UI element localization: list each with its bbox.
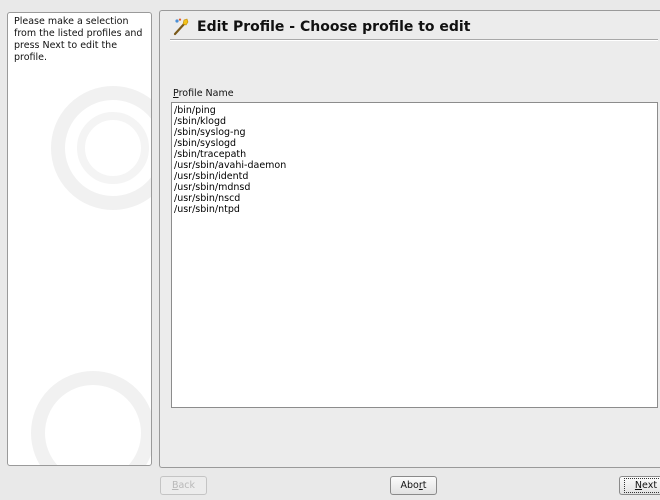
back-label: ack [178, 480, 196, 491]
profile-name-label-text: rofile Name [178, 88, 234, 99]
watermark-decoration [31, 86, 151, 465]
abort-label-pre: Abo [400, 480, 419, 491]
profile-name-label: Profile Name [173, 88, 234, 99]
list-item[interactable]: /sbin/syslogd [174, 138, 657, 149]
back-button[interactable]: Back [160, 476, 207, 495]
help-panel: Please make a selection from the listed … [7, 12, 152, 466]
next-focus-ring: Next [623, 478, 660, 493]
edit-wand-icon [173, 18, 189, 36]
list-item[interactable]: /sbin/syslog-ng [174, 127, 657, 138]
abort-button[interactable]: Abo r t [390, 476, 437, 495]
list-item[interactable]: /usr/sbin/avahi-daemon [174, 160, 657, 171]
list-item[interactable]: /usr/sbin/nscd [174, 193, 657, 204]
content-panel: Edit Profile - Choose profile to edit Pr… [159, 10, 660, 468]
help-text: Please make a selection from the listed … [14, 16, 143, 63]
next-label: ext [642, 480, 658, 491]
list-item[interactable]: /sbin/tracepath [174, 149, 657, 160]
list-item[interactable]: /usr/sbin/identd [174, 171, 657, 182]
list-item[interactable]: /sbin/klogd [174, 116, 657, 127]
list-item[interactable]: /bin/ping [174, 105, 657, 116]
next-mnemonic: N [634, 480, 643, 491]
list-item[interactable]: /usr/sbin/mdnsd [174, 182, 657, 193]
profile-listbox[interactable]: /bin/ping /sbin/klogd /sbin/syslog-ng /s… [171, 102, 658, 408]
list-item[interactable]: /usr/sbin/ntpd [174, 204, 657, 215]
title-row: Edit Profile - Choose profile to edit [172, 16, 470, 38]
abort-label-post: t [422, 480, 427, 491]
next-button[interactable]: Next [619, 476, 660, 495]
page-title: Edit Profile - Choose profile to edit [197, 19, 471, 35]
title-divider [170, 39, 658, 41]
